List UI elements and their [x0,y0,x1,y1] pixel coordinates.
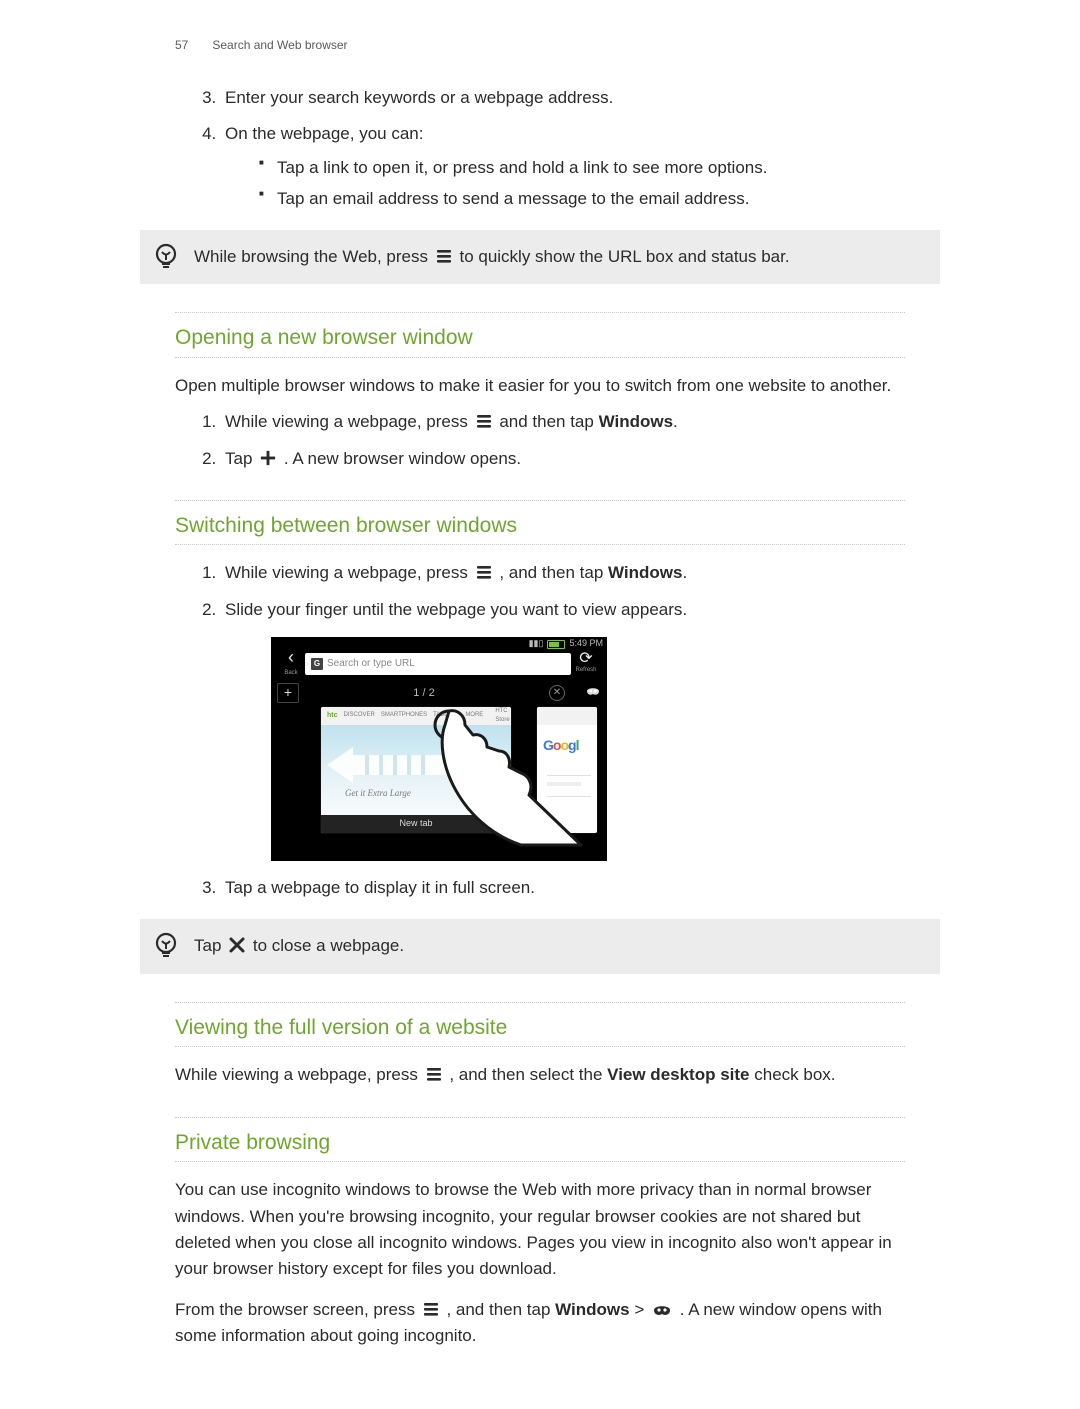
step-4-bullets: Tap a link to open it, or press and hold… [225,155,905,212]
switching-steps: While viewing a webpage, press , and the… [175,560,905,901]
step-3: Enter your search keywords or a webpage … [221,85,905,111]
battery-icon [547,640,565,649]
browser-screenshot: ▮▮▯ 5:49 PM ‹ Back G Search or type URL [271,637,607,861]
tab-preview-side[interactable]: Googl [537,707,597,833]
preview-hero: Get it Extra Large [321,725,511,815]
divider [175,1117,905,1119]
divider [175,1046,905,1048]
chevron-left-icon: ‹ [288,647,294,667]
hero-tagline: Get it Extra Large [345,787,411,801]
divider [175,544,905,546]
bullet: Tap an email address to send a message t… [259,186,905,212]
step-1: While viewing a webpage, press and then … [221,409,905,435]
opening-steps: While viewing a webpage, press and then … [175,409,905,472]
content-block-intro: Enter your search keywords or a webpage … [175,85,905,212]
page: 57 Search and Web browser Enter your sea… [0,0,1080,1409]
step-3: Tap a webpage to display it in full scre… [221,875,905,901]
menu-icon [475,563,493,581]
refresh-button[interactable]: ⟳ Refresh [571,652,601,675]
back-button[interactable]: ‹ Back [277,650,305,678]
divider [175,312,905,314]
menu-icon [475,412,493,430]
running-header: 57 Search and Web browser [175,36,1080,55]
section-fullversion: Viewing the full version of a website Wh… [175,1002,905,1350]
section-body: While viewing a webpage, press , and the… [175,1062,905,1088]
splash-graphic [447,763,471,787]
menu-icon [435,247,453,265]
plus-icon [259,449,277,467]
tab-preview-area: htc DISCOVER SMARTPHONES TABLETS MORE HT… [281,707,597,853]
menu-icon [422,1300,440,1318]
section-heading: Switching between browser windows [175,510,905,543]
step-1: While viewing a webpage, press , and the… [221,560,905,586]
preview-footer: New tab [321,815,511,833]
tab-bar: + 1 / 2 ✕ [271,681,607,705]
close-icon [228,936,246,954]
preview-menu: htc DISCOVER SMARTPHONES TABLETS MORE HT… [321,707,511,725]
lightbulb-icon [152,931,180,959]
section-intro: Open multiple browser windows to make it… [175,373,905,399]
section-opening: Opening a new browser window Open multip… [175,312,905,901]
step-2: Tap . A new browser window opens. [221,446,905,472]
lightbulb-icon [152,242,180,270]
tip-box: Tap to close a webpage. [140,919,940,973]
incognito-mask-icon [651,1302,673,1318]
swipe-arrow-icon [327,747,447,783]
divider [175,500,905,502]
favicon-icon: G [311,658,323,670]
private-howto: From the browser screen, press , and the… [175,1297,905,1350]
section-heading: Opening a new browser window [175,322,905,355]
divider [175,1002,905,1004]
close-tab-button[interactable]: ✕ [549,685,565,701]
tab-counter: 1 / 2 [299,685,549,702]
step-4: On the webpage, you can: Tap a link to o… [221,121,905,212]
tab-preview-main[interactable]: htc DISCOVER SMARTPHONES TABLETS MORE HT… [321,707,511,833]
section-heading: Private browsing [175,1127,905,1160]
page-number: 57 [175,36,209,55]
section-heading: Viewing the full version of a website [175,1012,905,1045]
intro-steps: Enter your search keywords or a webpage … [175,85,905,212]
google-logo: Googl [543,735,597,757]
url-placeholder: Search or type URL [327,656,415,672]
browser-topbar: ‹ Back G Search or type URL ⟳ Refresh [271,649,607,679]
menu-icon [425,1065,443,1083]
url-bar[interactable]: G Search or type URL [305,653,571,675]
running-header-title: Search and Web browser [212,38,347,52]
new-tab-button[interactable]: + [277,683,299,703]
divider [175,1161,905,1163]
divider [175,357,905,359]
private-intro: You can use incognito windows to browse … [175,1177,905,1282]
step-2: Slide your finger until the webpage you … [221,597,905,861]
refresh-icon: ⟳ [571,652,601,666]
incognito-icon[interactable] [585,684,601,703]
tip-box: While browsing the Web, press to quickly… [140,230,940,284]
bullet: Tap a link to open it, or press and hold… [259,155,905,181]
